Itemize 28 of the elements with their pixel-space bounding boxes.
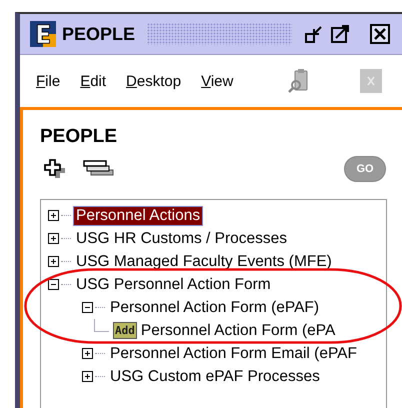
menu-item[interactable]: Edit [80,72,106,90]
close-icon[interactable] [370,24,390,44]
add-badge: Add [113,322,137,339]
tree-item[interactable]: USG Custom ePAF Processes [108,368,322,386]
expand-icon[interactable] [48,210,59,221]
tree-item[interactable]: USG Personnel Action Form [74,276,273,294]
tree-item[interactable]: Personnel Action Form Email (ePAF [108,344,359,362]
tree-item[interactable]: USG HR Customs / Processes [74,230,290,248]
tree-item[interactable]: Personnel Action Form (ePAF) [108,298,322,316]
tree-item[interactable]: USG Managed Faculty Events (MFE) [74,252,334,270]
menu-item[interactable]: File [36,72,60,90]
menu-item[interactable]: Desktop [126,72,182,90]
app-logo-icon [30,21,56,47]
collapse-icon[interactable] [82,302,93,313]
window-title: PEOPLE [62,24,136,44]
maximize-icon[interactable] [330,24,350,44]
expand-icon[interactable] [82,371,93,382]
expand-icon[interactable] [48,233,59,244]
menu-item[interactable]: View [201,72,234,90]
clipboard-search-icon[interactable] [288,68,310,94]
expand-icon[interactable] [82,348,93,359]
panel-heading: PEOPLE [40,126,118,148]
collapse-icon[interactable] [48,279,59,290]
restore-icon[interactable] [304,24,324,44]
tree-item[interactable]: Personnel Actions [74,206,202,224]
tree-item[interactable]: Personnel Action Form (ePA [138,322,338,340]
expand-icon[interactable] [48,256,59,267]
tree-connector [94,319,109,332]
